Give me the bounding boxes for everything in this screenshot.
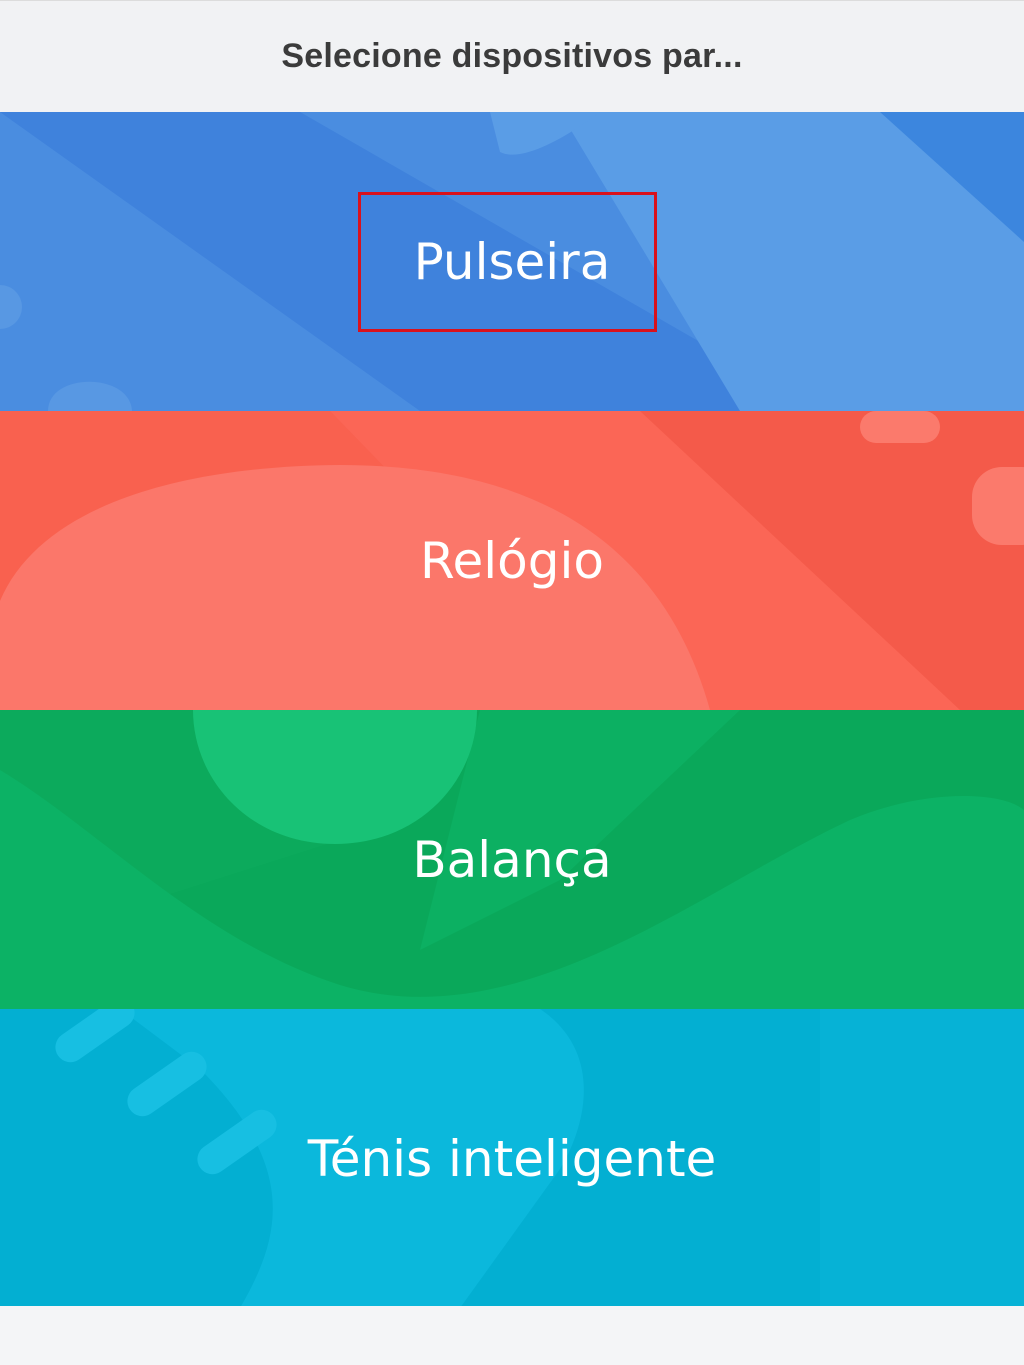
device-tile-balanca[interactable]: Balança — [0, 710, 1024, 1009]
device-label-tenis-inteligente: Ténis inteligente — [307, 1129, 717, 1188]
device-tile-relogio[interactable]: Relógio — [0, 411, 1024, 710]
device-tile-pulseira[interactable]: Pulseira — [0, 112, 1024, 411]
page-title: Selecione dispositivos par... — [281, 37, 743, 75]
device-tile-tenis-inteligente[interactable]: Ténis inteligente — [0, 1009, 1024, 1308]
device-label-pulseira: Pulseira — [413, 232, 611, 291]
footer-area — [0, 1306, 1024, 1365]
header-bar: Selecione dispositivos par... — [0, 0, 1024, 112]
device-label-balanca: Balança — [412, 830, 612, 889]
device-label-relogio: Relógio — [420, 531, 604, 590]
